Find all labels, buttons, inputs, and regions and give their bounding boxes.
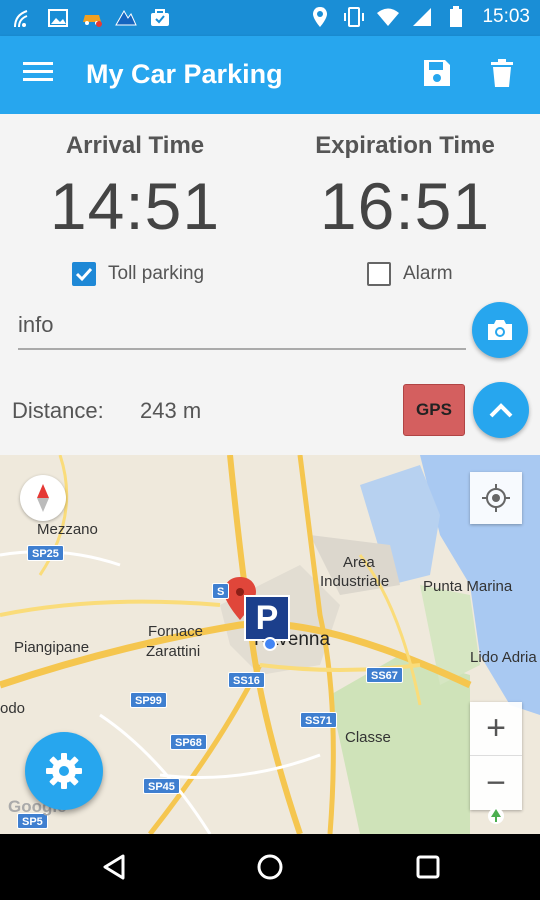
current-location-dot — [263, 637, 277, 651]
map-label: Punta Marina — [423, 578, 513, 595]
map-label: Fornace — [148, 623, 204, 640]
map-label: Zarattini — [146, 643, 201, 660]
briefcase-icon — [148, 6, 172, 30]
settings-button[interactable] — [25, 732, 103, 810]
home-icon[interactable] — [252, 849, 288, 885]
image-icon — [46, 6, 70, 30]
map-label: odo — [0, 700, 26, 717]
alarm-checkbox[interactable] — [367, 262, 391, 286]
zoom-controls: + − — [470, 702, 522, 810]
road-badge: SP99 — [130, 692, 167, 708]
status-time: 15:03 — [482, 6, 530, 27]
camera-button[interactable] — [472, 302, 528, 358]
signal-icon — [410, 5, 434, 29]
navigation-bar — [0, 834, 540, 900]
info-field[interactable] — [18, 302, 466, 350]
map-label: Classe — [345, 729, 391, 746]
map-label: Area — [343, 554, 375, 571]
back-icon[interactable] — [96, 849, 132, 885]
gps-button[interactable]: GPS — [403, 384, 465, 436]
map-label: Industriale — [320, 573, 390, 590]
save-icon[interactable] — [422, 58, 456, 92]
delete-icon[interactable] — [490, 58, 520, 92]
crosshair-icon — [482, 484, 510, 512]
wifi-icon — [376, 5, 400, 29]
alarm-label: Alarm — [403, 263, 453, 284]
camera-icon — [488, 320, 512, 340]
map-label: Mezzano — [37, 521, 98, 538]
recents-icon[interactable] — [410, 849, 446, 885]
parking-details-panel: Arrival Time 14:51 Expiration Time 16:51… — [0, 114, 540, 455]
toll-parking-label: Toll parking — [108, 263, 205, 284]
app-title: My Car Parking — [86, 59, 283, 89]
map-view[interactable]: Mezzano SP25 Area Industriale Punta Mari… — [0, 455, 540, 834]
compass-icon — [37, 484, 49, 512]
distance-value: 243 m — [140, 398, 202, 423]
toll-parking-checkbox[interactable] — [72, 262, 96, 286]
arrival-time-label: Arrival Time — [65, 132, 205, 159]
cloud-icon — [114, 6, 138, 30]
alarm-option[interactable]: Alarm — [367, 262, 453, 286]
car-icon — [80, 6, 104, 30]
chevron-up-icon — [489, 403, 513, 418]
arrival-time-value[interactable]: 14:51 — [0, 168, 270, 244]
expiration-time-section: Expiration Time 16:51 — [270, 132, 540, 244]
road-badge: SS71 — [300, 712, 337, 728]
compass-button[interactable] — [20, 475, 66, 521]
zoom-in-button[interactable]: + — [470, 702, 522, 756]
toll-parking-option[interactable]: Toll parking — [72, 262, 204, 286]
location-icon — [308, 5, 332, 29]
vibrate-icon — [342, 5, 366, 29]
road-badge: SS16 — [228, 672, 265, 688]
road-badge: SP68 — [170, 734, 207, 750]
wifi-signal-icon — [12, 6, 36, 30]
expiration-time-label: Expiration Time — [315, 132, 495, 159]
parking-marker[interactable]: P — [244, 595, 290, 641]
arrival-time-section: Arrival Time 14:51 — [0, 132, 270, 244]
my-location-button[interactable] — [470, 472, 522, 524]
expiration-time-value[interactable]: 16:51 — [270, 168, 540, 244]
status-bar: 15:03 — [0, 0, 540, 36]
app-bar: My Car Parking — [0, 36, 540, 114]
collapse-button[interactable] — [473, 382, 529, 438]
distance-label: Distance: — [12, 398, 104, 423]
gear-icon — [46, 753, 82, 789]
road-badge: SP45 — [143, 778, 180, 794]
menu-icon[interactable] — [22, 60, 58, 90]
zoom-out-button[interactable]: − — [470, 756, 522, 810]
battery-icon — [444, 5, 468, 29]
parking-letter: P — [255, 598, 279, 637]
map-label: Lido Adria — [470, 649, 537, 666]
road-badge: S — [212, 583, 230, 599]
road-badge: SP25 — [27, 545, 64, 561]
map-label: Piangipane — [14, 639, 90, 656]
tree-icon — [488, 808, 504, 824]
road-badge: SS67 — [366, 667, 403, 683]
